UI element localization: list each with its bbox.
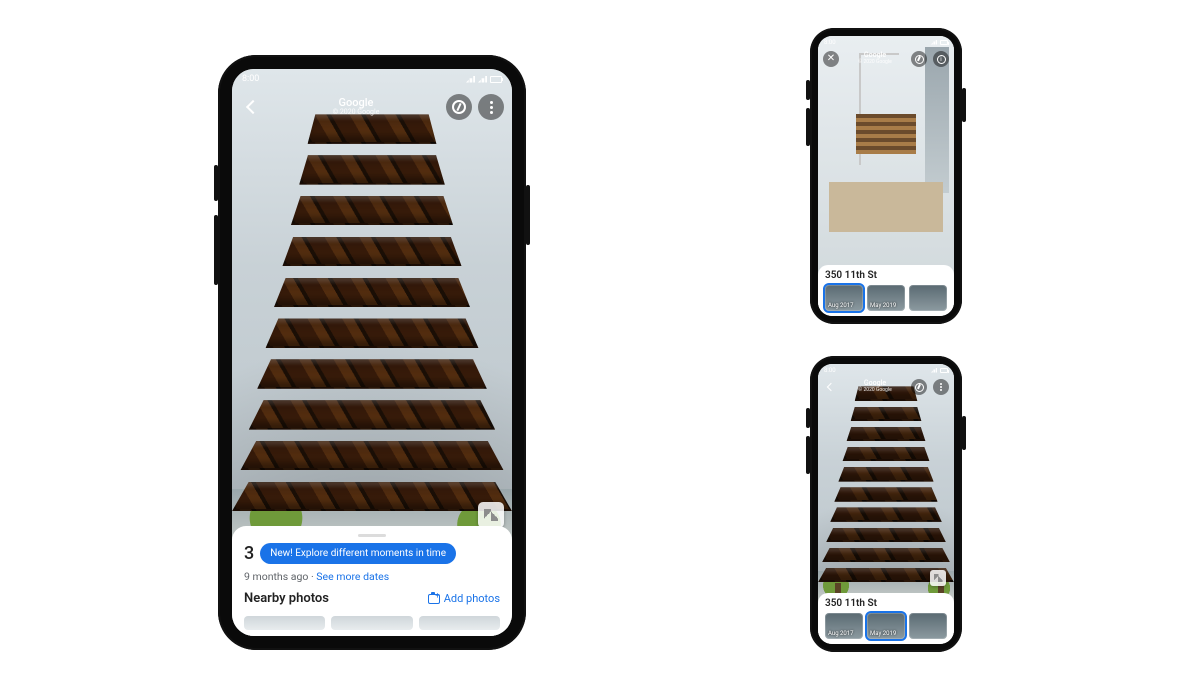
close-icon: ✕	[827, 54, 835, 64]
thumb[interactable]	[419, 616, 500, 630]
streetview-header: Google © 2020 Google	[232, 89, 512, 125]
history-card[interactable]: 350 11th St Aug 2017 May 2019	[818, 593, 954, 644]
compass-button[interactable]	[911, 51, 927, 67]
history-thumb[interactable]: Aug 2017	[825, 613, 863, 639]
battery-icon	[940, 368, 948, 373]
address-text: 350 11th St	[825, 598, 947, 609]
phone-large: 8:00 Google © 2020 Google	[218, 55, 526, 650]
map-icon	[484, 509, 498, 521]
history-card[interactable]: 350 11th St Aug 2017 May 2019	[818, 265, 954, 316]
add-photos-button[interactable]: Add photos	[428, 592, 500, 605]
header-subtitle: © 2020 Google	[858, 60, 891, 66]
history-thumb[interactable]	[909, 285, 947, 311]
info-button[interactable]: i	[933, 51, 949, 67]
status-bar: 8:00	[818, 364, 954, 376]
more-vert-icon	[490, 106, 493, 109]
header-subtitle: © 2020 Google	[858, 388, 891, 394]
address-text: 350 11th St	[825, 270, 947, 281]
compass-icon	[915, 55, 924, 64]
minimap-button[interactable]	[930, 570, 946, 586]
battery-icon	[940, 40, 948, 45]
more-vert-icon	[940, 386, 942, 388]
capture-age: 9 months ago	[244, 570, 308, 583]
place-card[interactable]: 3 New! Explore different moments in time…	[232, 526, 512, 636]
signal-icon	[931, 368, 937, 373]
more-button[interactable]	[933, 379, 949, 395]
history-thumb[interactable]: May 2019	[867, 613, 905, 639]
status-time: 8:00	[824, 367, 836, 374]
history-thumb[interactable]	[909, 613, 947, 639]
history-thumbs: Aug 2017 May 2019	[825, 613, 947, 639]
phone-small-1: 8:00 ✕ Google © 2020 Google i 350 11th S…	[810, 28, 962, 324]
compass-button[interactable]	[911, 379, 927, 395]
history-thumbs: Aug 2017 May 2019	[825, 285, 947, 311]
history-tooltip[interactable]: New! Explore different moments in time	[260, 543, 456, 564]
stage: 8:00 Google © 2020 Google	[0, 0, 1200, 679]
phone-small-2: 8:00 Google © 2020 Google 350 11th St A	[810, 356, 962, 652]
streetview-header: ✕ Google © 2020 Google i	[818, 48, 954, 70]
battery-icon	[490, 76, 502, 83]
more-button[interactable]	[478, 94, 504, 120]
phone-small-1-screen: 8:00 ✕ Google © 2020 Google i 350 11th S…	[818, 36, 954, 316]
minimap-button[interactable]	[478, 502, 504, 528]
back-button[interactable]	[823, 379, 839, 395]
capture-meta: 9 months ago · See more dates	[244, 570, 500, 583]
camera-add-icon	[428, 594, 440, 604]
compass-button[interactable]	[446, 94, 472, 120]
history-thumb[interactable]: Aug 2017	[825, 285, 863, 311]
streetview-header: Google © 2020 Google	[818, 376, 954, 398]
history-thumb[interactable]: May 2019	[867, 285, 905, 311]
header-subtitle: © 2020 Google	[333, 109, 380, 117]
see-more-dates-link[interactable]: See more dates	[316, 570, 389, 583]
nearby-photos-label: Nearby photos	[244, 591, 329, 606]
wifi-icon	[478, 76, 487, 83]
signal-icon	[466, 76, 475, 83]
map-icon	[934, 574, 943, 582]
status-bar: 8:00	[818, 36, 954, 48]
status-time: 8:00	[242, 74, 259, 84]
compass-icon	[452, 100, 466, 114]
phone-large-screen: 8:00 Google © 2020 Google	[232, 69, 512, 636]
phone-small-2-screen: 8:00 Google © 2020 Google 350 11th St A	[818, 364, 954, 644]
info-icon: i	[937, 55, 946, 64]
back-arrow-icon	[827, 383, 835, 391]
thumb[interactable]	[331, 616, 412, 630]
status-time: 8:00	[824, 39, 836, 46]
address-text: 3	[244, 543, 254, 564]
back-button[interactable]	[240, 94, 266, 120]
status-bar: 8:00	[232, 69, 512, 89]
thumb[interactable]	[244, 616, 325, 630]
close-button[interactable]: ✕	[823, 51, 839, 67]
back-arrow-icon	[246, 100, 260, 114]
signal-icon	[931, 40, 937, 45]
compass-icon	[915, 383, 924, 392]
drag-handle[interactable]	[358, 534, 386, 537]
nearby-thumbs	[244, 616, 500, 630]
